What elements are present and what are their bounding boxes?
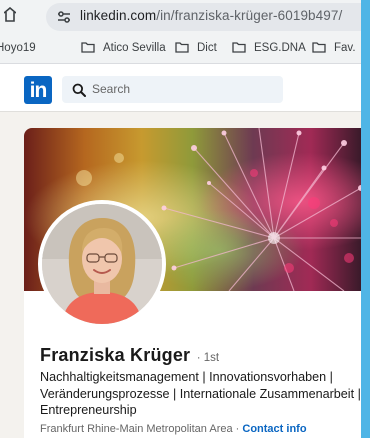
search-icon [72,83,86,97]
profile-name-line: Franziska Krüger · 1st [40,345,219,366]
home-icon[interactable] [4,7,16,23]
site-info-icon[interactable] [56,9,72,25]
location-line: Frankfurt Rhine-Main Metropolitan Area ·… [40,423,307,435]
search-placeholder: Search [92,82,131,96]
url-text[interactable]: linkedin.com/in/franziska-krüger-6019b49… [80,8,342,23]
folder-icon [232,42,246,53]
folder-icon [312,42,326,53]
profile-headline: Nachhaltigkeitsmanagement | Innovationsv… [40,370,361,417]
browser-frame: linkedin.com/in/franziska-krüger-6019b49… [0,0,361,438]
folder-icon [81,42,95,53]
bookmark-label: ESG.DNA [254,42,306,54]
bookmarks-bar: Hoyo19 Atico Sevilla Dict ESG.DNA Fav. [0,34,361,64]
profile-location: Frankfurt Rhine-Main Metropolitan Area [40,423,233,435]
profile-name: Franziska Krüger [40,345,191,365]
linkedin-logo[interactable]: in [24,76,52,104]
bookmark-atico-sevilla[interactable]: Atico Sevilla [81,42,166,54]
connection-degree: · 1st [196,352,220,364]
contact-info-link[interactable]: Contact info [242,423,306,435]
bookmark-dict[interactable]: Dict [175,42,217,54]
avatar[interactable] [38,200,166,328]
bookmark-label: Dict [197,42,217,54]
url-host: linkedin.com [80,8,157,23]
folder-icon [175,42,189,53]
url-path: /in/franziska-krüger-6019b497/ [156,8,343,23]
bookmark-label: Fav. [334,42,356,54]
separator-dot: · [235,423,240,435]
bookmark-hoyo19[interactable]: Hoyo19 [0,42,36,54]
bookmark-label: Atico Sevilla [103,42,166,54]
bookmark-fav[interactable]: Fav. [312,42,356,54]
bookmark-label: Hoyo19 [0,42,36,54]
bookmark-esg-dna[interactable]: ESG.DNA [232,42,306,54]
